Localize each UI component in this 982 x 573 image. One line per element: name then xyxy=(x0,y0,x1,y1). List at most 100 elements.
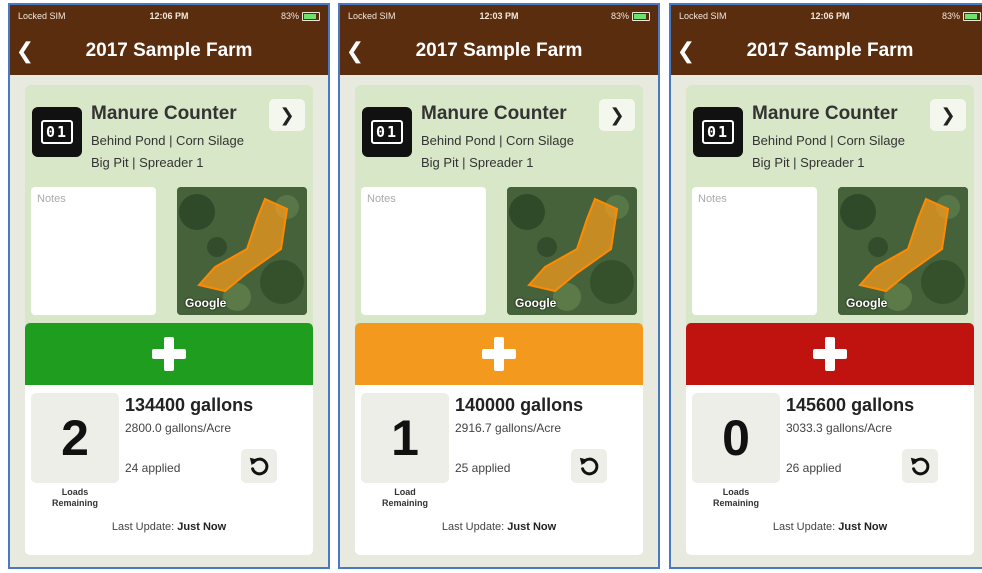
last-update-value: Just Now xyxy=(838,521,888,533)
clock-text: 12:06 PM xyxy=(149,11,189,21)
last-update-text: Last Update: Just Now xyxy=(25,521,313,533)
status-bar: Locked SIM 12:03 PM 83% xyxy=(340,5,658,27)
field-map-thumbnail[interactable]: Google xyxy=(177,187,307,315)
chevron-left-icon[interactable]: ❮ xyxy=(10,38,40,64)
chevron-left-icon[interactable]: ❮ xyxy=(340,38,370,64)
counter-card: 01 Manure Counter ❯ Behind Pond | Corn S… xyxy=(25,85,313,555)
field-map-thumbnail[interactable]: Google xyxy=(838,187,968,315)
chevron-left-icon[interactable]: ❮ xyxy=(671,38,701,64)
undo-icon xyxy=(249,457,269,476)
chevron-right-icon[interactable]: ❯ xyxy=(930,99,966,131)
plus-icon xyxy=(813,337,847,371)
nav-bar: ❮ 2017 Sample Farm xyxy=(671,27,982,75)
nav-bar: ❮ 2017 Sample Farm xyxy=(10,27,328,75)
undo-icon xyxy=(910,457,930,476)
undo-icon xyxy=(579,457,599,476)
loads-label-line-2: Remaining xyxy=(712,498,759,508)
loads-remaining-label: Loads Remaining xyxy=(31,487,119,509)
loads-label-line-2: Remaining xyxy=(381,498,428,508)
undo-button[interactable] xyxy=(241,449,277,483)
clock-text: 12:06 PM xyxy=(810,11,850,21)
loads-label-line-2: Remaining xyxy=(51,498,98,508)
counter-header: 01 Manure Counter ❯ Behind Pond | Corn S… xyxy=(355,85,643,177)
source-spreader-text: Big Pit | Spreader 1 xyxy=(421,155,534,170)
loads-remaining-count: 1 xyxy=(361,393,449,483)
source-spreader-text: Big Pit | Spreader 1 xyxy=(752,155,865,170)
gallons-per-acre: 2916.7 gallons/Acre xyxy=(455,421,562,435)
applied-count: 26 applied xyxy=(786,461,842,475)
battery-icon xyxy=(963,11,982,21)
load-summary-panel: 1 Load Remaining 140000 gallons 2916.7 g… xyxy=(355,385,643,555)
page-title: 2017 Sample Farm xyxy=(415,40,583,61)
status-bar: Locked SIM 12:06 PM 83% xyxy=(671,5,982,27)
add-load-button[interactable] xyxy=(25,323,313,385)
load-summary-panel: 0 Loads Remaining 145600 gallons 3033.3 … xyxy=(686,385,974,555)
phone-screen-2: Locked SIM 12:03 PM 83% ❮ 2017 Sample Fa… xyxy=(338,3,660,569)
last-update-text: Last Update: Just Now xyxy=(686,521,974,533)
counter-app-icon: 01 xyxy=(362,107,412,157)
field-crop-text: Behind Pond | Corn Silage xyxy=(421,133,574,148)
field-crop-text: Behind Pond | Corn Silage xyxy=(91,133,244,148)
undo-button[interactable] xyxy=(902,449,938,483)
google-map-label: Google xyxy=(185,296,227,310)
plus-icon xyxy=(482,337,516,371)
loads-label-line-1: Load xyxy=(394,487,416,497)
battery-icon xyxy=(302,11,321,21)
loads-label-line-1: Loads xyxy=(61,487,89,497)
carrier-text: Locked SIM xyxy=(18,11,66,21)
counter-title: Manure Counter xyxy=(752,103,898,124)
loads-remaining-count: 0 xyxy=(692,393,780,483)
counter-card: 01 Manure Counter ❯ Behind Pond | Corn S… xyxy=(686,85,974,555)
field-map-thumbnail[interactable]: Google xyxy=(507,187,637,315)
page-title: 2017 Sample Farm xyxy=(746,40,914,61)
phone-screen-1: Locked SIM 12:06 PM 83% ❮ 2017 Sample Fa… xyxy=(8,3,330,569)
last-update-text: Last Update: Just Now xyxy=(355,521,643,533)
counter-title: Manure Counter xyxy=(91,103,237,124)
last-update-label: Last Update: xyxy=(111,521,175,533)
carrier-text: Locked SIM xyxy=(348,11,396,21)
gallons-total: 145600 gallons xyxy=(786,395,915,415)
battery-percent: 83% xyxy=(281,11,300,21)
battery-indicator: 83% xyxy=(880,11,982,21)
last-update-value: Just Now xyxy=(177,521,227,533)
loads-remaining-label: Loads Remaining xyxy=(692,487,780,509)
battery-indicator: 83% xyxy=(549,11,651,21)
chevron-right-icon[interactable]: ❯ xyxy=(599,99,635,131)
counter-digits: 01 xyxy=(701,120,735,144)
carrier-text: Locked SIM xyxy=(679,11,727,21)
page-title: 2017 Sample Farm xyxy=(85,40,253,61)
undo-button[interactable] xyxy=(571,449,607,483)
clock-text: 12:03 PM xyxy=(479,11,519,21)
counter-header: 01 Manure Counter ❯ Behind Pond | Corn S… xyxy=(686,85,974,177)
counter-app-icon: 01 xyxy=(693,107,743,157)
counter-title: Manure Counter xyxy=(421,103,567,124)
gallons-per-acre: 3033.3 gallons/Acre xyxy=(786,421,893,435)
plus-icon xyxy=(152,337,186,371)
counter-digits: 01 xyxy=(370,120,404,144)
last-update-value: Just Now xyxy=(507,521,557,533)
notes-field[interactable]: Notes xyxy=(692,187,817,315)
battery-percent: 83% xyxy=(611,11,630,21)
nav-bar: ❮ 2017 Sample Farm xyxy=(340,27,658,75)
phone-screen-3: Locked SIM 12:06 PM 83% ❮ 2017 Sample Fa… xyxy=(669,3,982,569)
counter-digits: 01 xyxy=(40,120,74,144)
loads-label-line-1: Loads xyxy=(722,487,750,497)
battery-icon xyxy=(632,11,651,21)
gallons-total: 140000 gallons xyxy=(455,395,584,415)
notes-field[interactable]: Notes xyxy=(31,187,156,315)
notes-field[interactable]: Notes xyxy=(361,187,486,315)
loads-remaining-label: Load Remaining xyxy=(361,487,449,509)
status-bar: Locked SIM 12:06 PM 83% xyxy=(10,5,328,27)
field-crop-text: Behind Pond | Corn Silage xyxy=(752,133,905,148)
chevron-right-icon[interactable]: ❯ xyxy=(269,99,305,131)
last-update-label: Last Update: xyxy=(772,521,836,533)
applied-count: 24 applied xyxy=(125,461,181,475)
source-spreader-text: Big Pit | Spreader 1 xyxy=(91,155,204,170)
load-summary-panel: 2 Loads Remaining 134400 gallons 2800.0 … xyxy=(25,385,313,555)
counter-card: 01 Manure Counter ❯ Behind Pond | Corn S… xyxy=(355,85,643,555)
counter-header: 01 Manure Counter ❯ Behind Pond | Corn S… xyxy=(25,85,313,177)
add-load-button[interactable] xyxy=(355,323,643,385)
gallons-total: 134400 gallons xyxy=(125,395,254,415)
add-load-button[interactable] xyxy=(686,323,974,385)
counter-app-icon: 01 xyxy=(32,107,82,157)
